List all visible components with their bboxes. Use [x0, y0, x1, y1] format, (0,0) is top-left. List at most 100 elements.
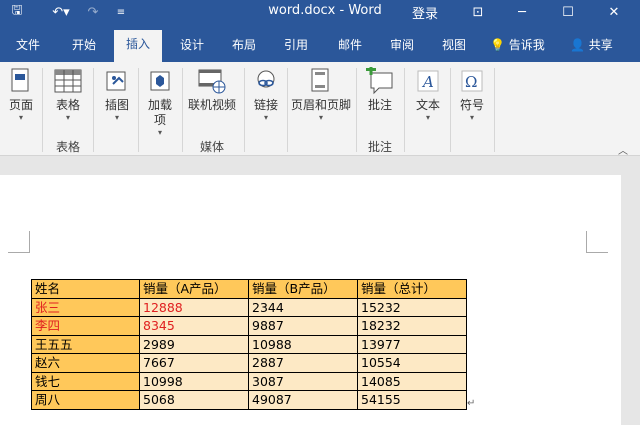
close-icon[interactable]: ✕	[594, 0, 634, 24]
table-cell[interactable]: 10998	[139, 371, 249, 391]
undo-icon[interactable]: ↶▾	[46, 2, 76, 22]
tab-review[interactable]: 审阅	[380, 32, 424, 62]
comment-label: 批注	[367, 98, 392, 112]
illustrations-label: 插图	[104, 98, 129, 112]
table-cell[interactable]: 9887	[248, 316, 358, 336]
tab-design[interactable]: 设计	[170, 32, 214, 62]
symbol-button[interactable]: Ω 符号 ▾	[455, 66, 489, 123]
tab-view[interactable]: 视图	[432, 32, 476, 62]
svg-text:A: A	[421, 73, 434, 91]
header-footer-label: 页眉和页脚	[290, 98, 351, 112]
tab-file[interactable]: 文件	[6, 32, 50, 62]
header-footer-button[interactable]: 页眉和页脚 ▾	[290, 66, 352, 123]
addins-button[interactable]: 加载 项 ▾	[143, 66, 177, 138]
text-button[interactable]: A 文本 ▾	[410, 66, 446, 123]
svg-text:Ω: Ω	[465, 73, 477, 91]
tab-references[interactable]: 引用	[274, 32, 318, 62]
table-cell[interactable]: 钱七	[31, 371, 140, 391]
share-button[interactable]: 👤 共享	[570, 32, 613, 58]
addins-icon	[145, 66, 175, 96]
table-cell[interactable]: 2344	[248, 297, 358, 317]
group-divider	[287, 68, 288, 152]
group-divider	[356, 68, 357, 152]
save-icon[interactable]: 🖫	[6, 2, 28, 22]
table-header-cell[interactable]: 销量（A产品）	[139, 279, 249, 299]
table-cell[interactable]: 周八	[31, 390, 140, 410]
group-label-comments: 批注	[368, 140, 393, 154]
table-cell[interactable]: 2989	[139, 334, 249, 354]
text-label: 文本	[415, 98, 440, 112]
table-cell[interactable]: 2887	[248, 353, 358, 373]
group-divider	[494, 68, 495, 152]
table-cell[interactable]: 10988	[248, 334, 358, 354]
tab-mailings[interactable]: 邮件	[328, 32, 372, 62]
online-video-label: 联机视频	[187, 98, 236, 112]
table-button[interactable]: 表格 ▾	[50, 66, 86, 123]
table-header-cell[interactable]: 姓名	[31, 279, 140, 299]
table-cell[interactable]: 54155	[357, 390, 467, 410]
table-cell[interactable]: 13977	[357, 334, 467, 354]
table-row: 张三 12888 2344 15232	[31, 297, 467, 317]
table-row: 赵六 7667 2887 10554	[31, 353, 467, 373]
maximize-icon[interactable]: ☐	[548, 0, 588, 24]
page-button[interactable]: 页面 ▾	[4, 66, 38, 123]
comment-button[interactable]: 批注	[362, 66, 398, 113]
illustrations-icon	[102, 66, 132, 96]
tab-home[interactable]: 开始	[62, 32, 106, 62]
customize-icon[interactable]: ≡	[110, 2, 132, 22]
table-label: 表格	[55, 98, 80, 112]
ribbon-display-icon[interactable]: ⊡	[458, 0, 498, 24]
table-cell[interactable]: 赵六	[31, 353, 140, 373]
table-cell[interactable]: 10554	[357, 353, 467, 373]
page-icon	[6, 66, 36, 96]
table-cell[interactable]: 8345	[139, 316, 249, 336]
online-video-button[interactable]: 联机视频	[186, 66, 238, 113]
table-cell[interactable]: 7667	[139, 353, 249, 373]
ribbon-insert: 页面 ▾ 表格 ▾ 表格 插图 ▾ 加载 项 ▾ 联机视频 媒体 链接 ▾ 页眉…	[0, 62, 640, 157]
table-cell[interactable]: 3087	[248, 371, 358, 391]
text-icon: A	[413, 66, 443, 96]
link-button[interactable]: 链接 ▾	[250, 66, 282, 123]
chevron-down-icon: ▾	[18, 113, 23, 122]
group-divider	[93, 68, 94, 152]
tell-me-label: 告诉我	[508, 38, 545, 52]
table-cell[interactable]: 王五五	[31, 334, 140, 354]
table-cell[interactable]: 5068	[139, 390, 249, 410]
tab-layout[interactable]: 布局	[222, 32, 266, 62]
group-label-table: 表格	[56, 140, 81, 154]
table-cell[interactable]: 12888	[139, 297, 249, 317]
table-cell[interactable]: 49087	[248, 390, 358, 410]
lightbulb-icon: 💡	[490, 38, 505, 52]
tab-insert[interactable]: 插入	[114, 30, 162, 62]
illustrations-button[interactable]: 插图 ▾	[100, 66, 134, 123]
group-divider	[404, 68, 405, 152]
table-row: 钱七 10998 3087 14085	[31, 371, 467, 391]
paragraph-mark-icon: ↵	[467, 398, 476, 409]
group-divider	[138, 68, 139, 152]
minimize-icon[interactable]: ─	[502, 0, 542, 24]
vertical-scrollbar[interactable]	[621, 157, 640, 425]
table-header-cell[interactable]: 销量（总计）	[357, 279, 467, 299]
table-cell[interactable]: 18232	[357, 316, 467, 336]
ribbon-tabs: 文件 开始 插入 设计 布局 引用 邮件 审阅 视图 💡 告诉我 👤 共享	[0, 24, 640, 62]
table-header-cell[interactable]: 销量（B产品）	[248, 279, 358, 299]
page-label: 页面	[8, 98, 33, 112]
chevron-down-icon: ▾	[425, 113, 430, 122]
link-icon	[251, 66, 281, 96]
margin-marker-right	[586, 231, 608, 253]
online-video-icon	[197, 66, 227, 96]
table-cell[interactable]: 14085	[357, 371, 467, 391]
symbol-icon: Ω	[457, 66, 487, 96]
login-link[interactable]: 登录	[412, 3, 438, 22]
table-cell[interactable]: 李四	[31, 316, 140, 336]
tell-me-box[interactable]: 💡 告诉我	[490, 32, 545, 58]
chevron-down-icon: ▾	[263, 113, 268, 122]
table-cell[interactable]: 15232	[357, 297, 467, 317]
group-label-media: 媒体	[200, 140, 225, 154]
table-cell[interactable]: 张三	[31, 297, 140, 317]
redo-icon[interactable]: ↷	[82, 2, 104, 22]
header-footer-icon	[306, 66, 336, 96]
collapse-ribbon-icon[interactable]: ︿	[618, 142, 628, 157]
chevron-down-icon: ▾	[318, 113, 323, 122]
window-title: word.docx - Word	[268, 3, 382, 18]
